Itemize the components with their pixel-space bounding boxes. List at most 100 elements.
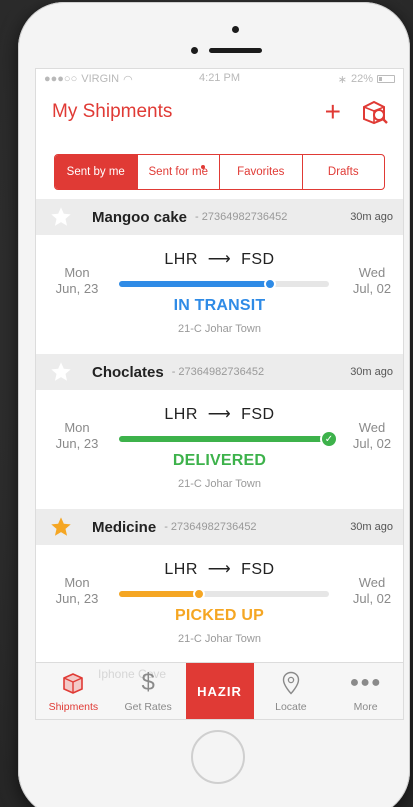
departure-day-date: Jun, 23 [55,281,99,296]
route-origin: LHR [164,406,198,423]
route-origin: LHR [164,561,198,578]
route-destination: FSD [241,251,275,268]
brand-logo: HAZIR [197,683,242,699]
star-icon[interactable] [50,206,72,228]
plus-icon[interactable]: + [325,98,341,126]
shipment-header[interactable]: Medicine - 27364982736452 30m ago [36,509,403,545]
tab-label: Sent by me [66,166,125,178]
progress-fill [119,436,329,442]
route-arrow-icon: ⟶ [207,251,232,268]
arrival-day-date: Jul, 02 [352,591,392,606]
arrival-day: Wed [358,575,386,590]
home-button[interactable] [191,730,245,784]
star-icon[interactable] [50,361,72,383]
route-origin: LHR [164,251,198,268]
shipment-id: - 27364982736452 [171,366,265,378]
shipment-name: Choclates [92,363,164,381]
tab-label: More [353,701,378,713]
tab-sent-for-me[interactable]: Sent for me [138,155,220,189]
front-camera [232,26,239,33]
departure-date: Mon Jun, 23 [42,420,112,452]
carrier-label: VIRGIN [81,73,120,85]
status-left: ●●●○○ VIRGIN ◠ [44,73,133,86]
shipment-status: DELIVERED [172,452,267,469]
wifi-icon: ◠ [123,73,133,86]
route-destination: FSD [241,561,275,578]
tab-label: Favorites [237,166,285,178]
departure-day-date: Jun, 23 [55,591,99,606]
shipment-status: IN TRANSIT [173,297,266,314]
shipment-header[interactable]: Mangoo cake - 27364982736452 30m ago [36,199,403,235]
notification-dot [201,165,205,169]
sensor-dot [191,47,198,54]
tab-favorites[interactable]: Favorites [220,155,303,189]
arrival-day-date: Jul, 02 [352,436,392,451]
arrival-date: Wed Jul, 02 [337,420,403,452]
shipment-id: - 27364982736452 [164,521,257,533]
departure-date: Mon Jun, 23 [42,575,112,607]
progress-fill [119,281,271,287]
arrival-date: Wed Jul, 02 [337,265,403,297]
tab-shipments[interactable]: Shipments [36,663,111,719]
tab-label: Shipments [48,701,99,713]
shipment-time: 30m ago [350,521,393,533]
progress-track: ✓ [119,430,338,448]
earpiece-speaker [209,48,262,53]
tab-sent-by-me[interactable]: Sent by me [55,155,138,189]
arrival-day: Wed [358,265,386,280]
arrival-day-date: Jul, 02 [352,281,392,296]
status-right: ∗ 22% [338,73,395,86]
progress-fill [119,591,199,597]
page-title: My Shipments [52,101,173,122]
battery-percent: 22% [350,73,373,85]
tab-locate[interactable]: Locate [254,663,329,719]
progress-knob [192,588,205,600]
shipment-id: - 27364982736452 [195,211,288,223]
route-arrow-icon: ⟶ [207,406,232,423]
tab-label: Get Rates [124,701,172,713]
arrival-day: Wed [358,420,386,435]
shipment-location: 21-C Johar Town [178,633,261,645]
tab-get-rates[interactable]: $ Get Rates [111,663,186,719]
progress-knob [264,278,277,290]
shipment-name: Medicine [92,518,157,536]
shipment-location: 21-C Johar Town [178,323,261,335]
shipment-status: PICKED UP [175,607,264,624]
shipment-list: Mangoo cake - 27364982736452 30m ago Mon… [36,199,403,664]
shipment-time: 30m ago [350,211,393,223]
route-arrow-icon: ⟶ [207,561,232,578]
departure-date: Mon Jun, 23 [42,265,112,297]
shipment-location: 21-C Johar Town [178,478,261,490]
nav-bar: My Shipments + [36,89,403,135]
star-icon[interactable] [50,516,72,538]
location-pin-icon [282,671,300,695]
shipment-header[interactable]: Choclates - 27364982736452 30m ago [36,354,403,390]
bluetooth-icon: ∗ [337,73,347,86]
battery-icon [377,75,395,83]
dollar-icon: $ [141,669,155,696]
tab-label: Locate [275,701,307,713]
more-icon: ●●● [349,674,382,691]
bottom-tab-bar: Iphone Cove Shipments $ Get Rates HAZIR … [36,662,403,719]
box-search-icon[interactable] [361,99,389,125]
tab-label: Drafts [327,166,359,178]
tab-label: Sent for me [148,166,208,178]
progress-track [119,278,329,290]
check-icon: ✓ [320,430,338,448]
progress-track [119,588,329,600]
tab-drafts[interactable]: Drafts [303,155,385,189]
signal-icon: ●●●○○ [44,73,78,85]
shipment-card[interactable]: Mon Jun, 23 LHR ⟶ FSD Wed Jul, 02 ✓ DELIVE… [36,390,403,509]
nav-actions: + [325,98,389,126]
box-icon [61,671,85,695]
shipment-card[interactable]: Mon Jun, 23 LHR ⟶ FSD Wed Jul, 02 PICKED U… [36,545,403,664]
tab-more[interactable]: ●●● More [328,663,403,719]
arrival-date: Wed Jul, 02 [337,575,403,607]
app-screen: ●●●○○ VIRGIN ◠ 4:21 PM ∗ 22% My Shipment… [35,68,404,720]
route-destination: FSD [241,406,275,423]
brand-logo-button[interactable]: HAZIR [185,663,254,719]
shipment-card[interactable]: Mon Jun, 23 LHR ⟶ FSD Wed Jul, 02 IN TRANS… [36,235,403,354]
shipment-filter-tabs: Sent by me Sent for me Favorites Drafts [54,154,385,190]
shipment-name: Mangoo cake [92,208,188,226]
shipment-time: 30m ago [350,366,393,378]
